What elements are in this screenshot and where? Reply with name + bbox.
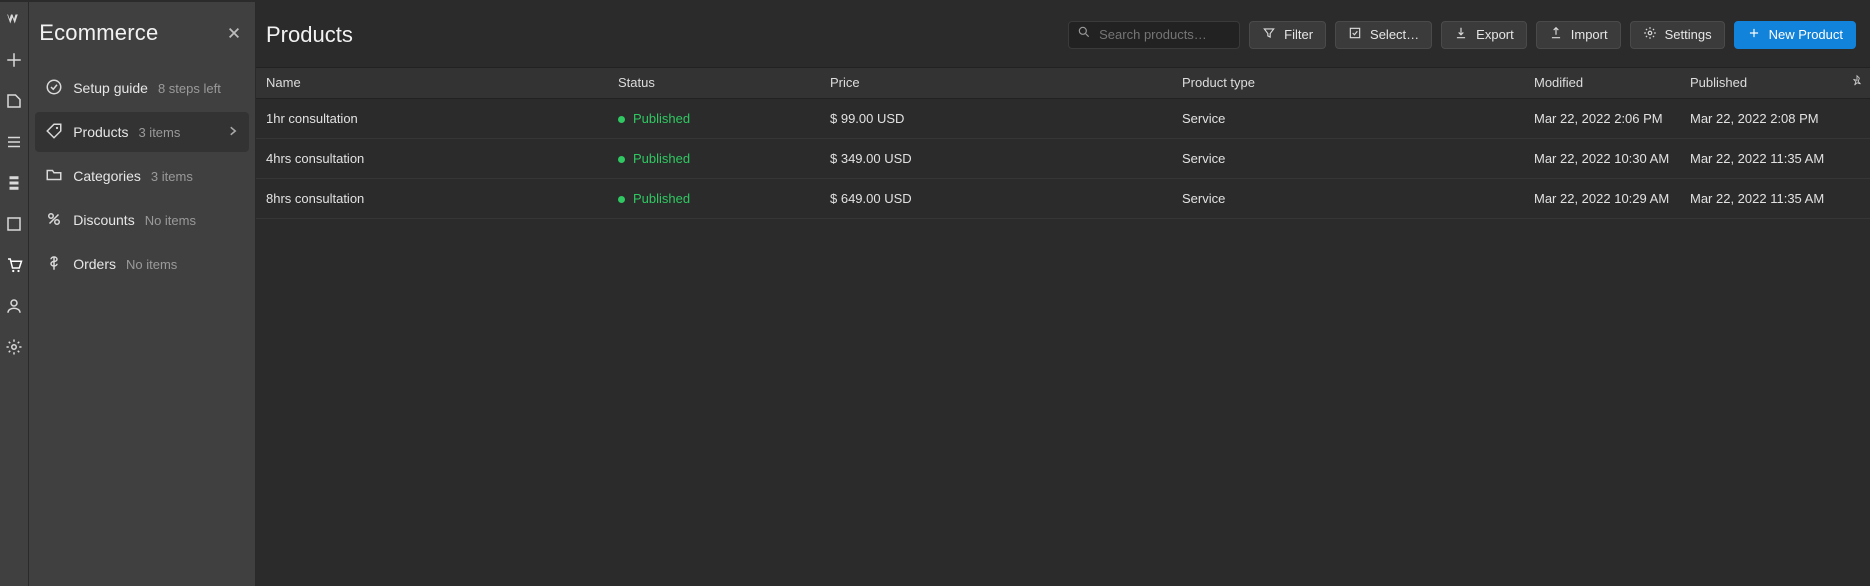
- select-label: Select…: [1370, 27, 1419, 42]
- sidebar-item-setup-guide[interactable]: Setup guide 8 steps left: [35, 68, 249, 108]
- logo-icon[interactable]: [5, 10, 23, 33]
- cell-price: $ 649.00 USD: [820, 178, 1172, 218]
- export-label: Export: [1476, 27, 1514, 42]
- import-label: Import: [1571, 27, 1608, 42]
- close-icon: [227, 20, 241, 45]
- col-header-published[interactable]: Published: [1680, 68, 1840, 98]
- col-header-name[interactable]: Name: [256, 68, 608, 98]
- cell-status: Published: [608, 178, 820, 218]
- sidebar-item-discounts[interactable]: Discounts No items: [35, 200, 249, 240]
- page-title: Products: [266, 22, 353, 48]
- cell-modified: Mar 22, 2022 10:29 AM: [1524, 178, 1680, 218]
- search-box[interactable]: [1068, 21, 1240, 49]
- search-icon: [1077, 25, 1091, 44]
- import-icon: [1549, 26, 1563, 43]
- sidebar-item-categories[interactable]: Categories 3 items: [35, 156, 249, 196]
- cell-modified: Mar 22, 2022 2:06 PM: [1524, 98, 1680, 138]
- tag-icon: [45, 122, 63, 143]
- col-header-modified[interactable]: Modified: [1524, 68, 1680, 98]
- col-header-pin[interactable]: [1840, 68, 1870, 98]
- new-product-label: New Product: [1769, 27, 1843, 42]
- export-button[interactable]: Export: [1441, 21, 1527, 49]
- ecommerce-icon[interactable]: [5, 256, 23, 279]
- sidebar-item-label: Setup guide: [73, 80, 148, 96]
- cell-published: Mar 22, 2022 11:35 AM: [1680, 138, 1840, 178]
- status-text: Published: [633, 191, 690, 206]
- settings-button[interactable]: Settings: [1630, 21, 1725, 49]
- status-dot-icon: [618, 196, 625, 203]
- search-input[interactable]: [1099, 27, 1231, 42]
- filter-icon: [1262, 26, 1276, 43]
- check-circle-icon: [45, 78, 63, 99]
- sidebar-item-label: Orders: [73, 256, 116, 272]
- sidebar-item-sub: No items: [145, 213, 196, 228]
- sidebar-item-orders[interactable]: Orders No items: [35, 244, 249, 284]
- cell-name: 1hr consultation: [256, 98, 608, 138]
- settings-label: Settings: [1665, 27, 1712, 42]
- cell-status: Published: [608, 98, 820, 138]
- import-button[interactable]: Import: [1536, 21, 1621, 49]
- left-rail: [0, 2, 29, 586]
- plus-icon: [1747, 26, 1761, 43]
- table-row[interactable]: 1hr consultation Published $ 99.00 USD S…: [256, 98, 1870, 138]
- toolbar: Filter Select… Export Import: [1068, 21, 1856, 49]
- status-dot-icon: [618, 116, 625, 123]
- sidebar-item-products[interactable]: Products 3 items: [35, 112, 249, 152]
- checkbox-icon: [1348, 26, 1362, 43]
- percent-icon: [45, 210, 63, 231]
- components-icon[interactable]: [5, 133, 23, 156]
- dollar-icon: [45, 254, 63, 275]
- sidebar-item-label: Products: [73, 124, 128, 140]
- sidebar-item-label: Categories: [73, 168, 141, 184]
- filter-button[interactable]: Filter: [1249, 21, 1326, 49]
- table-row[interactable]: 8hrs consultation Published $ 649.00 USD…: [256, 178, 1870, 218]
- cell-type: Service: [1172, 98, 1524, 138]
- cell-type: Service: [1172, 178, 1524, 218]
- sidebar: Ecommerce Setup guide 8 steps left Produ…: [29, 2, 256, 586]
- gear-icon: [1643, 26, 1657, 43]
- table-header-row: Name Status Price Product type Modified …: [256, 68, 1870, 98]
- pin-icon: [1850, 76, 1864, 91]
- status-text: Published: [633, 111, 690, 126]
- new-product-button[interactable]: New Product: [1734, 21, 1856, 49]
- table-row[interactable]: 4hrs consultation Published $ 349.00 USD…: [256, 138, 1870, 178]
- settings-rail-icon[interactable]: [5, 338, 23, 361]
- cell-name: 8hrs consultation: [256, 178, 608, 218]
- add-panel-icon[interactable]: [5, 51, 23, 74]
- assets-icon[interactable]: [5, 215, 23, 238]
- col-header-status[interactable]: Status: [608, 68, 820, 98]
- status-dot-icon: [618, 156, 625, 163]
- folder-icon: [45, 166, 63, 187]
- status-text: Published: [633, 151, 690, 166]
- chevron-right-icon: [227, 124, 239, 140]
- cell-status: Published: [608, 138, 820, 178]
- cell-published: Mar 22, 2022 2:08 PM: [1680, 98, 1840, 138]
- sidebar-item-sub: No items: [126, 257, 177, 272]
- sidebar-item-sub: 8 steps left: [158, 81, 221, 96]
- sidebar-title: Ecommerce: [39, 20, 158, 46]
- sidebar-item-sub: 3 items: [151, 169, 193, 184]
- cell-published: Mar 22, 2022 11:35 AM: [1680, 178, 1840, 218]
- cell-price: $ 99.00 USD: [820, 98, 1172, 138]
- select-button[interactable]: Select…: [1335, 21, 1432, 49]
- col-header-type[interactable]: Product type: [1172, 68, 1524, 98]
- cell-modified: Mar 22, 2022 10:30 AM: [1524, 138, 1680, 178]
- pages-icon[interactable]: [5, 92, 23, 115]
- sidebar-item-label: Discounts: [73, 212, 134, 228]
- sidebar-close-button[interactable]: [227, 20, 241, 46]
- cell-type: Service: [1172, 138, 1524, 178]
- cms-icon[interactable]: [5, 174, 23, 197]
- cell-price: $ 349.00 USD: [820, 138, 1172, 178]
- cell-name: 4hrs consultation: [256, 138, 608, 178]
- users-icon[interactable]: [5, 297, 23, 320]
- export-icon: [1454, 26, 1468, 43]
- filter-label: Filter: [1284, 27, 1313, 42]
- products-table: Name Status Price Product type Modified …: [256, 68, 1870, 219]
- sidebar-item-sub: 3 items: [138, 125, 180, 140]
- main-panel: Products Filter Select…: [256, 2, 1870, 586]
- col-header-price[interactable]: Price: [820, 68, 1172, 98]
